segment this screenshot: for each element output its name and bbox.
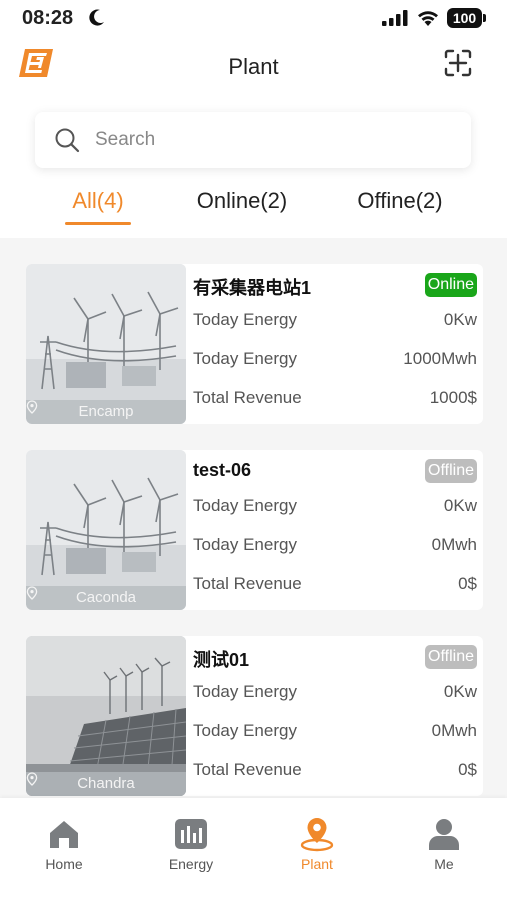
scan-button[interactable] [440, 46, 476, 80]
moon-icon [89, 9, 104, 26]
total-revenue-value: 0$ [458, 574, 477, 593]
plant-location: Chandra [26, 772, 186, 796]
plant-name: test-06 [193, 460, 252, 480]
total-revenue-label: Total Revenue [193, 388, 302, 407]
nav-plant-label: Plant [301, 856, 333, 872]
location-pin-icon [26, 586, 38, 600]
status-badge: Offline [425, 645, 477, 669]
today-energy-label: Today Energy [193, 310, 297, 329]
signal-icon [382, 10, 408, 26]
today-energy-label: Today Energy [193, 721, 297, 740]
total-revenue-value: 1000$ [429, 388, 477, 407]
plant-card[interactable]: Chandra 测试01 Offline Today Energy 0Kw To… [26, 636, 483, 796]
plant-image: Caconda [26, 450, 186, 610]
plant-card[interactable]: Encamp 有采集器电站1 Online Today Energy 0Kw T… [26, 264, 483, 424]
plant-card[interactable]: Caconda test-06 Offline Today Energy 0Kw… [26, 450, 483, 610]
location-pin-icon [26, 772, 38, 786]
status-bar: 08:28 100 [0, 0, 507, 40]
user-icon [429, 819, 459, 850]
plant-location-text: Chandra [77, 775, 135, 792]
nav-me[interactable]: Me [394, 816, 494, 872]
battery-icon: 100 [447, 8, 487, 28]
plant-image: Chandra [26, 636, 186, 796]
page-title: Plant [228, 54, 279, 79]
today-energy-value: 0Mwh [431, 535, 477, 554]
active-tab-indicator [65, 222, 131, 225]
tab-offline[interactable]: Offine(2) [348, 188, 452, 214]
total-revenue-label: Total Revenue [193, 574, 302, 593]
plant-location-text: Caconda [75, 589, 137, 606]
home-icon [50, 821, 78, 848]
nav-me-label: Me [434, 856, 454, 872]
today-energy-value: 0Mwh [431, 721, 477, 740]
location-pin-icon [26, 400, 38, 414]
today-energy-label: Today Energy [193, 535, 297, 554]
plant-location-text: Encamp [78, 403, 134, 420]
search-box[interactable] [35, 112, 471, 168]
plant-location: Caconda [26, 586, 186, 610]
today-energy-label: Today Energy [193, 496, 297, 515]
search-input[interactable] [95, 122, 455, 158]
clock: 08:28 [22, 7, 74, 29]
tab-online[interactable]: Online(2) [186, 188, 298, 214]
nav-home-label: Home [45, 856, 83, 872]
battery-level: 100 [447, 8, 482, 28]
total-revenue-value: 0$ [458, 760, 477, 779]
today-energy-value: 0Kw [443, 496, 477, 515]
bottom-nav: Home Energy Plant Me [0, 798, 507, 900]
nav-plant[interactable]: Plant [267, 816, 367, 872]
plant-name: 测试01 [193, 650, 250, 670]
nav-energy-label: Energy [168, 856, 214, 872]
status-badge: Online [424, 273, 477, 297]
plant-image: Encamp [26, 264, 186, 424]
total-revenue-label: Total Revenue [193, 760, 302, 779]
nav-energy[interactable]: Energy [141, 816, 241, 872]
energy-icon [175, 819, 207, 849]
plant-location: Encamp [26, 400, 186, 424]
nav-home[interactable]: Home [14, 816, 114, 872]
tab-all[interactable]: All(4) [60, 188, 136, 214]
search-icon [55, 128, 80, 153]
plant-name: 有采集器电站1 [193, 278, 312, 298]
wifi-icon [418, 11, 438, 26]
today-energy-value: 1000Mwh [403, 349, 477, 368]
today-energy-label: Today Energy [193, 349, 297, 368]
today-energy-value: 0Kw [443, 310, 477, 329]
today-energy-label: Today Energy [193, 682, 297, 701]
status-badge: Offline [425, 459, 477, 483]
plant-pin-icon [300, 818, 334, 852]
today-energy-value: 0Kw [443, 682, 477, 701]
